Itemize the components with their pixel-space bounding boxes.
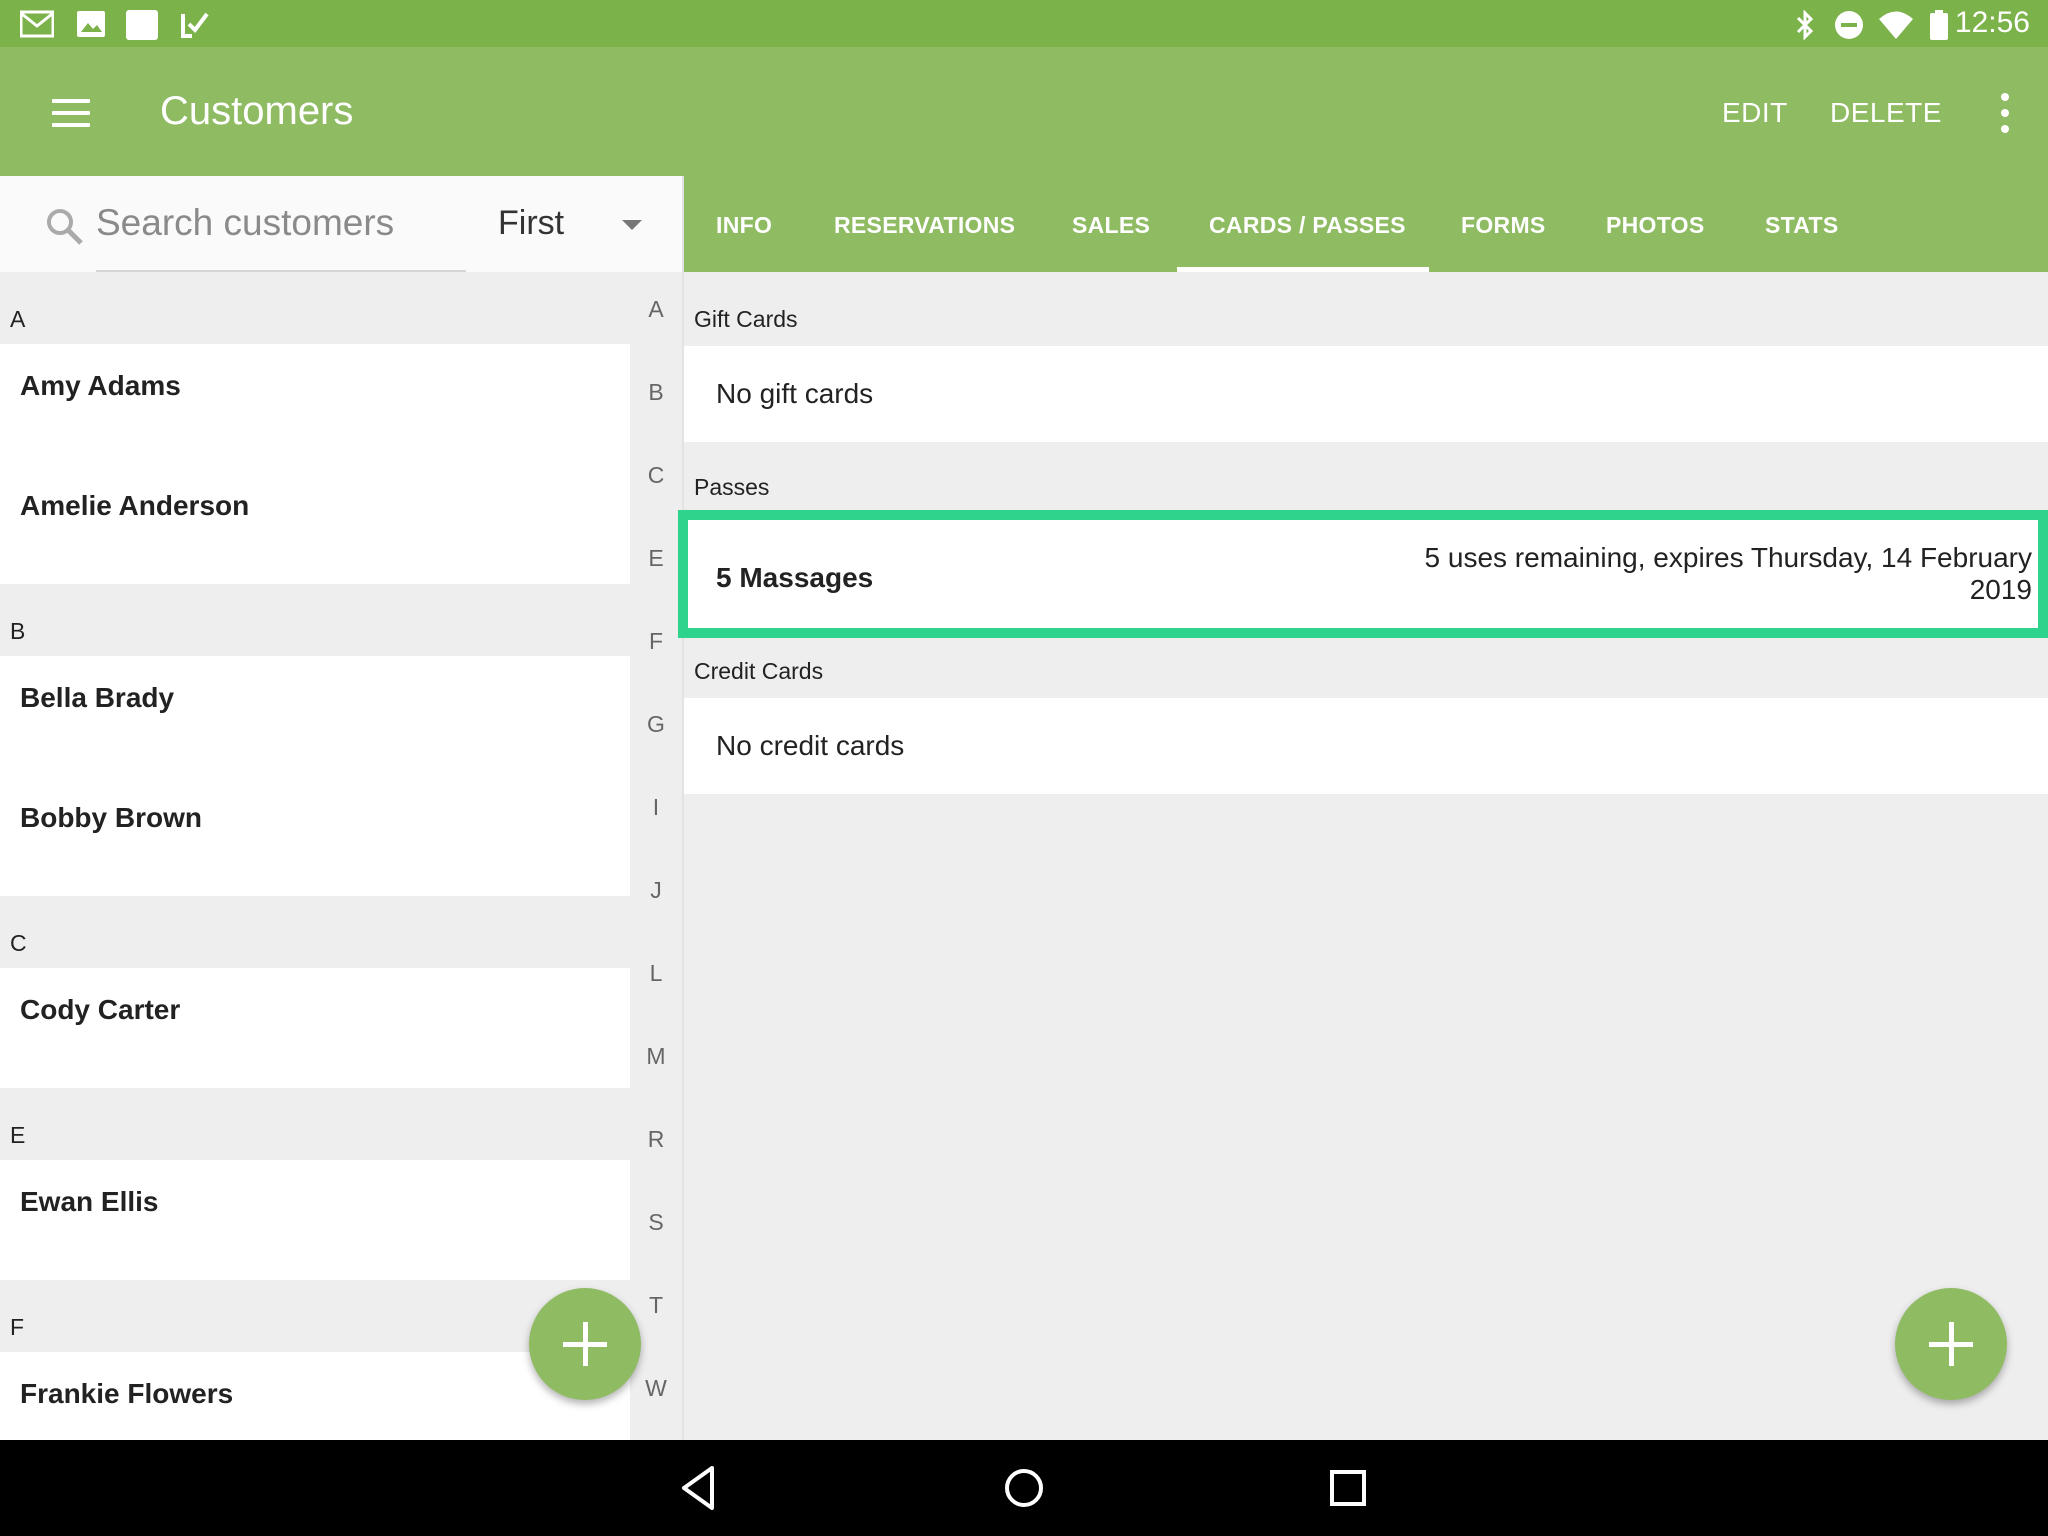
tab-cards-passes[interactable]: CARDS / PASSES [1209,212,1406,239]
pass-detail: 5 uses remaining, expires Thursday, 14 F… [1412,542,2032,606]
section-header: C [0,896,630,968]
recents-icon[interactable] [1320,1460,1376,1516]
page-title: Customers [160,89,354,133]
plus-icon-stroke [583,1322,588,1366]
customer-row[interactable]: Amelie Anderson [0,464,630,584]
note-icon [126,10,158,40]
customer-row[interactable]: Bella Brady [0,656,630,776]
clock: 12:56 [1954,6,2030,39]
image-icon [77,11,105,37]
index-letter[interactable]: S [630,1209,682,1236]
credit-cards-header: Credit Cards [694,658,824,684]
index-letter[interactable]: I [630,794,682,821]
index-letter[interactable]: E [630,545,682,572]
index-letter[interactable]: F [630,628,682,655]
tab-reservations[interactable]: RESERVATIONS [834,212,1015,239]
search-input[interactable] [96,198,466,248]
index-letter[interactable]: A [630,296,682,323]
tab-sales[interactable]: SALES [1072,212,1150,239]
add-customer-button[interactable] [529,1288,641,1400]
chevron-down-icon [622,220,642,230]
tasks-icon [181,12,209,38]
customer-row[interactable]: Ewan Ellis [0,1160,630,1280]
credit-cards-empty-text: No credit cards [716,730,905,761]
customer-row[interactable]: Cody Carter [0,968,630,1088]
index-letter[interactable]: B [630,379,682,406]
index-letter[interactable]: C [630,462,682,489]
sort-dropdown[interactable]: First [490,196,660,252]
index-letter[interactable]: G [630,711,682,738]
customer-pane: First A Amy Adams Amelie Anderson B Bell… [0,176,682,1440]
section-header: A [0,272,630,344]
cards-passes-panel: Gift Cards No gift cards Passes 5 Massag… [678,272,2048,1440]
section-header: B [0,584,630,656]
customer-row[interactable]: Bobby Brown [0,776,630,896]
plus-icon-stroke [1949,1322,1954,1366]
customer-row[interactable]: Amy Adams [0,344,630,464]
search-bar: First [0,176,682,272]
system-nav-bar [0,1440,2048,1536]
app-bar: Customers EDIT DELETE [0,47,2048,176]
alphabet-index: A B C E F G I J L M R S T W [630,272,682,1440]
tab-bar: INFO RESERVATIONS SALES CARDS / PASSES F… [684,176,2048,272]
index-letter[interactable]: W [630,1375,682,1402]
menu-icon[interactable] [44,89,100,137]
tab-stats[interactable]: STATS [1765,212,1838,239]
index-letter[interactable]: R [630,1126,682,1153]
gift-cards-header: Gift Cards [694,306,798,332]
edit-button[interactable]: EDIT [1722,97,1788,129]
pass-row[interactable]: 5 Massages 5 uses remaining, expires Thu… [678,510,2048,638]
search-icon [47,209,83,245]
credit-cards-empty-row: No credit cards [684,698,2048,794]
add-card-button[interactable] [1895,1288,2007,1400]
section-header: E [0,1088,630,1160]
gift-cards-empty-text: No gift cards [716,378,874,409]
passes-header: Passes [694,474,770,500]
pass-detail-line: 5 uses remaining, expires Thursday, 14 F… [1424,542,2032,573]
home-icon[interactable] [996,1460,1052,1516]
delete-button[interactable]: DELETE [1830,97,1942,129]
tab-forms[interactable]: FORMS [1461,212,1546,239]
tab-info[interactable]: INFO [716,212,772,239]
customer-list: A Amy Adams Amelie Anderson B Bella Brad… [0,272,630,1440]
pass-detail-line: 2019 [1969,574,2032,605]
sort-value: First [498,204,565,242]
battery-icon [1930,10,1948,40]
pass-name: 5 Massages [716,562,874,593]
index-letter[interactable]: L [630,960,682,987]
index-letter[interactable]: J [630,877,682,904]
back-icon[interactable] [672,1460,728,1516]
more-options-icon[interactable] [1990,91,2020,135]
gmail-icon [20,10,54,38]
app-root: 12:56 Customers EDIT DELETE First A Amy … [0,0,2048,1536]
status-bar: 12:56 [0,0,2048,47]
bluetooth-icon [1796,10,1814,40]
tab-photos[interactable]: PHOTOS [1606,212,1705,239]
wifi-icon [1879,11,1913,39]
index-letter[interactable]: M [630,1043,682,1070]
index-letter[interactable]: T [630,1292,682,1319]
do-not-disturb-icon [1835,11,1863,39]
gift-cards-empty-row: No gift cards [684,346,2048,442]
